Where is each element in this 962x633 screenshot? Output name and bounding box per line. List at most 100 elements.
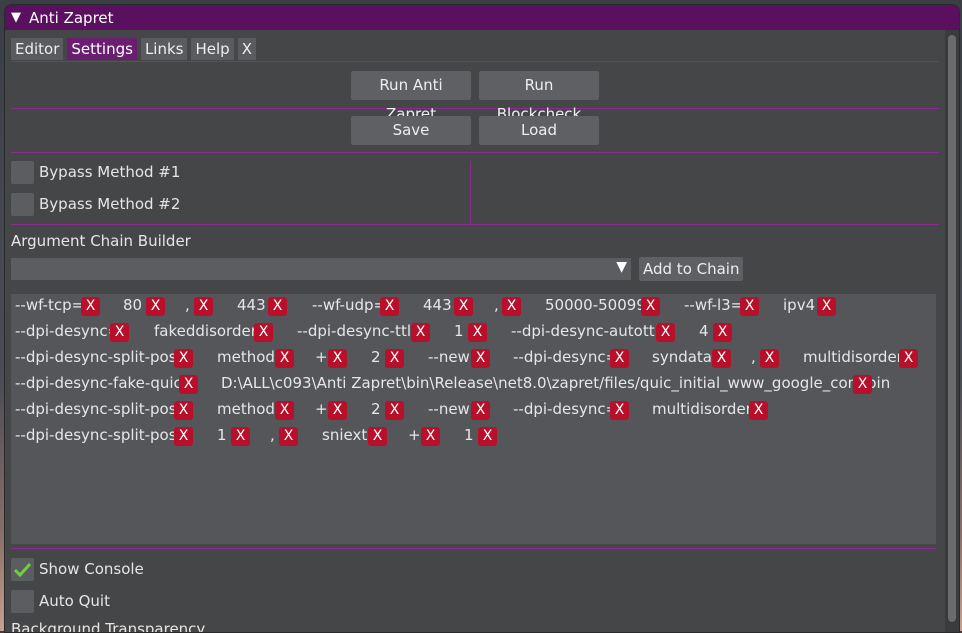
remove-token-button[interactable]: X <box>194 297 213 316</box>
remove-token-button[interactable]: X <box>254 323 273 342</box>
remove-token-button[interactable]: X <box>385 349 404 368</box>
auto-quit-label: Auto Quit <box>39 592 110 610</box>
remove-token-button[interactable]: X <box>411 323 430 342</box>
auto-quit-row[interactable]: Auto Quit <box>11 585 110 617</box>
chain-token: , <box>751 348 756 366</box>
remove-token-button[interactable]: X <box>81 297 100 316</box>
remove-token-button[interactable]: X <box>713 323 732 342</box>
remove-token-button[interactable]: X <box>740 297 759 316</box>
remove-token-button[interactable]: X <box>478 427 497 446</box>
chain-token: multidisorder <box>652 400 752 418</box>
remove-token-button[interactable]: X <box>899 349 918 368</box>
remove-token-button[interactable]: X <box>656 323 675 342</box>
chain-token: 4 <box>699 322 709 340</box>
save-load-row: Save Load <box>11 116 939 145</box>
tab-bar: Editor Settings Links Help X <box>11 30 939 60</box>
anti-zapret-window: ▼ Anti Zapret Editor Settings Links Help… <box>4 4 960 633</box>
load-button[interactable]: Load <box>479 116 599 145</box>
remove-token-button[interactable]: X <box>610 401 629 420</box>
chain-token: + <box>408 426 421 444</box>
chain-token: --dpi-desync-ttl= <box>297 322 424 340</box>
chevron-down-icon[interactable]: ▼ <box>616 259 627 275</box>
remove-token-button[interactable]: X <box>385 401 404 420</box>
chain-token: --dpi-desync-autottl= <box>511 322 672 340</box>
remove-token-button[interactable]: X <box>380 297 399 316</box>
remove-token-button[interactable]: X <box>760 349 779 368</box>
triangle-down-icon[interactable]: ▼ <box>11 10 21 25</box>
title-bar[interactable]: ▼ Anti Zapret <box>5 5 959 30</box>
chain-token: --dpi-desync= <box>513 400 619 418</box>
add-to-chain-button[interactable]: Add to Chain <box>639 257 744 281</box>
remove-token-button[interactable]: X <box>179 375 198 394</box>
separator <box>11 108 939 109</box>
column-divider <box>470 161 471 224</box>
remove-token-button[interactable]: X <box>146 297 165 316</box>
chain-token: + <box>315 400 328 418</box>
chain-token: 1 <box>464 426 474 444</box>
chain-token: --wf-udp= <box>312 296 387 314</box>
tab-links[interactable]: Links <box>140 38 188 60</box>
chain-token: --dpi-desync= <box>513 348 619 366</box>
tab-help[interactable]: Help <box>191 38 234 60</box>
window-title: Anti Zapret <box>29 8 114 27</box>
remove-token-button[interactable]: X <box>471 401 490 420</box>
bypass-method-2-checkbox[interactable] <box>11 192 34 216</box>
remove-token-button[interactable]: X <box>471 349 490 368</box>
run-blockcheck-button[interactable]: Run Blockcheck <box>479 71 599 123</box>
remove-token-button[interactable]: X <box>231 427 250 446</box>
remove-token-button[interactable]: X <box>328 349 347 368</box>
bypass-method-1-checkbox[interactable] <box>11 160 34 184</box>
bypass-method-1-row[interactable]: Bypass Method #1 <box>11 156 180 188</box>
show-console-label: Show Console <box>39 560 144 578</box>
remove-token-button[interactable]: X <box>275 349 294 368</box>
remove-token-button[interactable]: X <box>421 427 440 446</box>
remove-token-button[interactable]: X <box>468 323 487 342</box>
remove-token-button[interactable]: X <box>174 427 193 446</box>
show-console-row[interactable]: Show Console <box>11 553 144 585</box>
remove-token-button[interactable]: X <box>712 349 731 368</box>
remove-token-button[interactable]: X <box>817 297 836 316</box>
chain-token: --dpi-desync-split-pos= <box>15 348 190 366</box>
chain-token: multidisorder <box>803 348 903 366</box>
remove-token-button[interactable]: X <box>275 401 294 420</box>
remove-token-button[interactable]: X <box>502 297 521 316</box>
remove-token-button[interactable]: X <box>268 297 287 316</box>
bypass-method-1-label: Bypass Method #1 <box>39 163 181 181</box>
remove-token-button[interactable]: X <box>853 375 872 394</box>
separator <box>11 548 936 549</box>
show-console-checkbox[interactable] <box>11 557 34 581</box>
chain-token: --wf-l3= <box>684 296 744 314</box>
remove-token-button[interactable]: X <box>174 349 193 368</box>
bypass-method-2-row[interactable]: Bypass Method #2 <box>11 188 180 220</box>
chain-token: --new <box>428 400 470 418</box>
remove-token-button[interactable]: X <box>641 297 660 316</box>
vertical-scrollbar[interactable] <box>945 30 959 632</box>
chain-token: 50000-50099 <box>545 296 646 314</box>
remove-token-button[interactable]: X <box>368 427 387 446</box>
remove-token-button[interactable]: X <box>279 427 298 446</box>
tab-close[interactable]: X <box>237 38 256 60</box>
chain-token: fakeddisorder <box>154 322 257 340</box>
remove-token-button[interactable]: X <box>749 401 768 420</box>
argument-combo[interactable]: ▼ <box>11 258 631 280</box>
chain-token: , <box>270 426 275 444</box>
tab-editor[interactable]: Editor <box>11 38 64 60</box>
chain-token: method <box>217 400 275 418</box>
argument-chain: --wf-tcp= X 80 X , X 443 X --wf-udp= X 4… <box>11 294 936 544</box>
scrollbar-thumb[interactable] <box>948 35 956 622</box>
remove-token-button[interactable]: X <box>110 323 129 342</box>
chain-token: --dpi-desync= <box>15 322 121 340</box>
save-button[interactable]: Save <box>351 116 471 145</box>
remove-token-button[interactable]: X <box>610 349 629 368</box>
tab-settings[interactable]: Settings <box>67 38 137 60</box>
chain-token: ipv4 <box>783 296 816 314</box>
auto-quit-checkbox[interactable] <box>11 589 34 613</box>
run-anti-zapret-button[interactable]: Run Anti Zapret <box>351 71 471 123</box>
bypass-method-2-label: Bypass Method #2 <box>39 195 181 213</box>
remove-token-button[interactable]: X <box>174 401 193 420</box>
remove-token-button[interactable]: X <box>328 401 347 420</box>
chain-token: , <box>494 296 499 314</box>
checkmark-icon <box>14 562 31 577</box>
remove-token-button[interactable]: X <box>454 297 473 316</box>
chain-token: --wf-tcp= <box>15 296 85 314</box>
